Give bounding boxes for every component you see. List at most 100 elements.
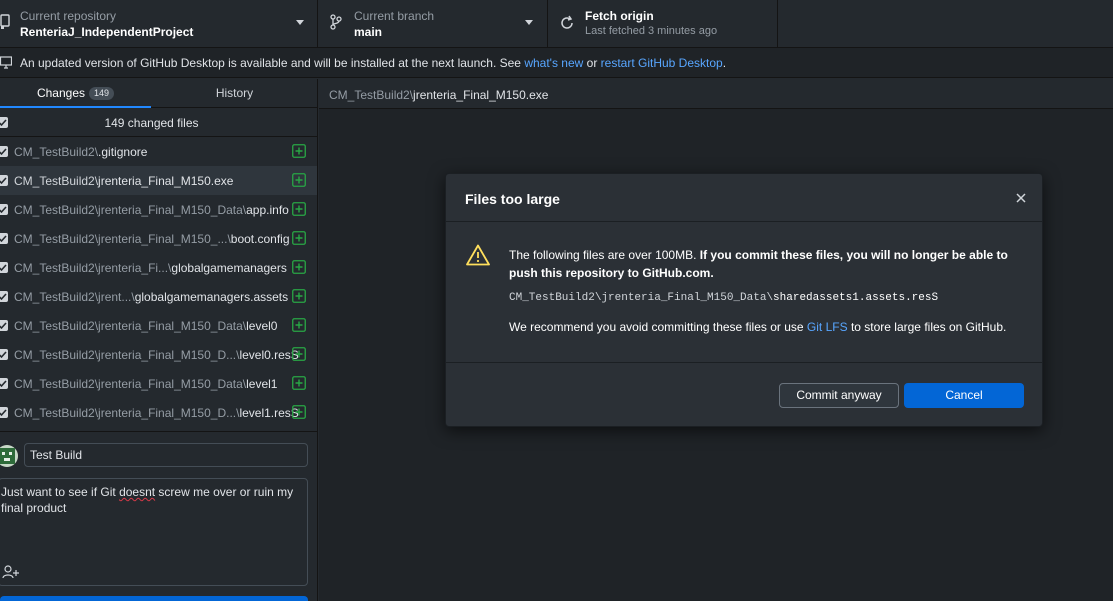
large-file-name: sharedassets1.assets.resS xyxy=(773,292,939,304)
file-list-item[interactable]: CM_TestBuild2\jrenteria_Final_M150_Data\… xyxy=(0,195,317,224)
tab-history-label: History xyxy=(215,86,254,100)
sync-icon xyxy=(559,15,575,34)
avatar xyxy=(0,445,18,467)
diff-file-dir: CM_TestBuild2\ xyxy=(329,88,414,102)
file-dir: CM_TestBuild2\jrenteria_Final_M150_D...\ xyxy=(14,348,240,362)
file-name: boot.config xyxy=(230,232,290,246)
file-list-item[interactable]: CM_TestBuild2\jrenteria_Final_M150_D...\… xyxy=(0,398,317,427)
update-banner-text: An updated version of GitHub Desktop is … xyxy=(20,56,726,70)
close-icon[interactable] xyxy=(1016,192,1026,206)
recommendation-text-start: We recommend you avoid committing these … xyxy=(509,320,807,334)
file-checkbox[interactable] xyxy=(0,378,8,392)
dialog-body: The following files are over 100MB. If y… xyxy=(446,223,1042,361)
dialog-message: The following files are over 100MB. If y… xyxy=(509,246,1019,282)
file-path: CM_TestBuild2\jrenteria_Fi...\globalgame… xyxy=(14,261,287,275)
file-name: level0.resS xyxy=(239,348,299,362)
person-add-icon[interactable] xyxy=(2,565,20,582)
file-path: CM_TestBuild2\jrenteria_Final_M150_Data\… xyxy=(14,319,277,333)
banner-message: An updated version of GitHub Desktop is … xyxy=(20,56,525,70)
file-dir: CM_TestBuild2\ xyxy=(14,174,99,188)
sidebar-tabs: Changes 149 History xyxy=(0,79,317,108)
file-dir: CM_TestBuild2\jrenteria_Fi...\ xyxy=(14,261,172,275)
commit-area: Just want to see if Git doesnt screw me … xyxy=(0,431,317,601)
file-name: level1.resS xyxy=(239,406,299,420)
file-list-item[interactable]: CM_TestBuild2\jrenteria_Final_M150_D...\… xyxy=(0,340,317,369)
file-checkbox[interactable] xyxy=(0,407,8,421)
file-list-item[interactable]: CM_TestBuild2\jrent...\globalgamemanager… xyxy=(0,282,317,311)
changes-count-badge: 149 xyxy=(89,87,115,100)
update-banner: An updated version of GitHub Desktop is … xyxy=(0,48,1113,78)
file-checkbox[interactable] xyxy=(0,349,8,363)
fetch-origin-button[interactable]: Fetch origin Last fetched 3 minutes ago xyxy=(548,0,778,48)
fetch-title: Fetch origin xyxy=(585,9,654,23)
restart-link[interactable]: restart GitHub Desktop xyxy=(601,56,723,70)
file-name: app.info xyxy=(246,203,289,217)
file-list: CM_TestBuild2\.gitignore CM_TestBuild2\jr… xyxy=(0,137,317,427)
repository-dropdown[interactable]: Current repository RenteriaJ_Independent… xyxy=(0,0,318,48)
file-dir: CM_TestBuild2\jrenteria_Final_M150_Data\ xyxy=(14,203,247,217)
description-text-start: Just want to see if Git xyxy=(1,485,120,499)
file-dir: CM_TestBuild2\jrenteria_Final_M150_Data\ xyxy=(14,319,247,333)
git-lfs-link[interactable]: Git LFS xyxy=(807,320,848,334)
diff-added-icon xyxy=(292,347,306,364)
whats-new-link[interactable]: what's new xyxy=(524,56,583,70)
file-dir: CM_TestBuild2\jrenteria_Final_M150_D...\ xyxy=(14,406,240,420)
file-list-item[interactable]: CM_TestBuild2\jrenteria_Final_M150_Data\… xyxy=(0,311,317,340)
file-checkbox[interactable] xyxy=(0,262,8,276)
file-name: level1 xyxy=(246,377,278,391)
branch-dropdown[interactable]: Current branch main xyxy=(318,0,548,48)
file-path: CM_TestBuild2\jrenteria_Final_M150_D...\… xyxy=(14,348,299,362)
files-too-large-dialog: Files too large The following files are … xyxy=(445,173,1043,427)
file-list-item[interactable]: CM_TestBuild2\.gitignore xyxy=(0,137,317,166)
file-path: CM_TestBuild2\jrenteria_Final_M150.exe xyxy=(14,174,233,188)
file-dir: CM_TestBuild2\jrenteria_Final_M150_...\ xyxy=(14,232,231,246)
file-checkbox[interactable] xyxy=(0,204,8,218)
commit-summary-input[interactable] xyxy=(24,443,308,467)
file-name: .gitignore xyxy=(98,145,148,159)
dialog-recommendation: We recommend you avoid committing these … xyxy=(509,320,1006,334)
tab-changes[interactable]: Changes 149 xyxy=(0,79,151,108)
file-path: CM_TestBuild2\jrent...\globalgamemanager… xyxy=(14,290,288,304)
diff-added-icon xyxy=(292,144,306,161)
file-checkbox[interactable] xyxy=(0,146,8,160)
file-checkbox[interactable] xyxy=(0,291,8,305)
chevron-down-icon xyxy=(525,20,533,25)
file-checkbox[interactable] xyxy=(0,175,8,189)
file-checkbox[interactable] xyxy=(0,320,8,334)
large-file-dir: CM_TestBuild2\jrenteria_Final_M150_Data\ xyxy=(509,292,774,304)
commit-anyway-button[interactable]: Commit anyway xyxy=(779,383,899,408)
diff-file-path: CM_TestBuild2\jrenteria_Final_M150.exe xyxy=(329,88,548,102)
diff-added-icon xyxy=(292,231,306,248)
diff-file-name: jrenteria_Final_M150.exe xyxy=(413,88,549,102)
large-file-path: CM_TestBuild2\jrenteria_Final_M150_Data\… xyxy=(509,292,938,304)
description-misspelled-word: doesnt xyxy=(119,485,156,499)
alert-icon xyxy=(466,244,490,269)
desktop-download-icon xyxy=(0,55,13,74)
file-checkbox[interactable] xyxy=(0,233,8,247)
file-list-item[interactable]: CM_TestBuild2\jrenteria_Fi...\globalgame… xyxy=(0,253,317,282)
file-list-item[interactable]: CM_TestBuild2\jrenteria_Final_M150.exe xyxy=(0,166,317,195)
cancel-button[interactable]: Cancel xyxy=(904,383,1024,408)
repository-name: RenteriaJ_IndependentProject xyxy=(20,25,194,39)
tab-history[interactable]: History xyxy=(151,79,317,108)
dialog-header: Files too large xyxy=(446,174,1042,222)
file-path: CM_TestBuild2\jrenteria_Final_M150_...\b… xyxy=(14,232,290,246)
commit-description-textarea[interactable]: Just want to see if Git doesnt screw me … xyxy=(0,478,308,586)
fetch-subtitle: Last fetched 3 minutes ago xyxy=(585,25,718,37)
branch-title: Current branch xyxy=(354,9,435,23)
file-name: jrenteria_Final_M150.exe xyxy=(98,174,234,188)
file-path: CM_TestBuild2\jrenteria_Final_M150_Data\… xyxy=(14,377,277,391)
chevron-down-icon xyxy=(296,20,304,25)
commit-button[interactable] xyxy=(0,596,308,601)
diff-added-icon xyxy=(292,173,306,190)
file-list-item[interactable]: CM_TestBuild2\jrenteria_Final_M150_Data\… xyxy=(0,369,317,398)
banner-connector: or xyxy=(583,56,601,70)
diff-added-icon xyxy=(292,202,306,219)
dialog-message-plain: The following files are over 100MB. xyxy=(509,248,700,262)
branch-icon xyxy=(330,14,342,33)
file-list-item[interactable]: CM_TestBuild2\jrenteria_Final_M150_...\b… xyxy=(0,224,317,253)
file-path: CM_TestBuild2\.gitignore xyxy=(14,145,147,159)
dialog-title: Files too large xyxy=(465,191,560,207)
diff-added-icon xyxy=(292,260,306,277)
toolbar: Current repository RenteriaJ_Independent… xyxy=(0,0,1113,48)
